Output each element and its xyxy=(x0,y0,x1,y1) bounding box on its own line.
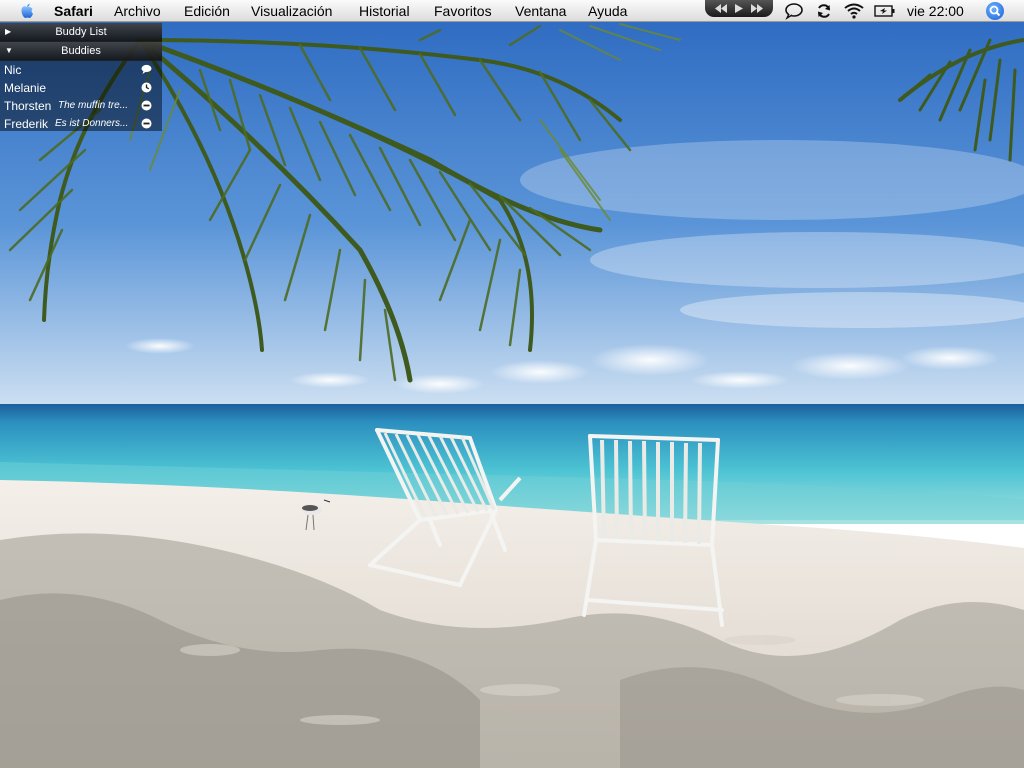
apple-menu-icon[interactable] xyxy=(18,2,36,20)
menu-ayuda[interactable]: Ayuda xyxy=(588,2,627,20)
menu-visualizacion[interactable]: Visualización xyxy=(251,2,332,20)
menu-ventana[interactable]: Ventana xyxy=(515,2,566,20)
menu-archivo[interactable]: Archivo xyxy=(114,2,161,20)
menu-favoritos[interactable]: Favoritos xyxy=(434,2,492,20)
buddy-item-frederik[interactable]: Frederik Es ist Donners... xyxy=(0,115,162,133)
buddy-item-melanie[interactable]: Melanie xyxy=(0,79,162,97)
speech-bubble-icon[interactable] xyxy=(784,2,804,20)
menu-edicion[interactable]: Edición xyxy=(184,2,230,20)
wifi-icon[interactable] xyxy=(843,2,865,20)
buddy-item-nic[interactable]: Nic xyxy=(0,61,162,79)
itunes-controls-icon[interactable] xyxy=(705,0,773,17)
spotlight-icon[interactable] xyxy=(986,2,1004,20)
buddy-name: Melanie xyxy=(4,81,47,95)
buddy-list-window[interactable]: ▶ Buddy List ▼ Buddies Nic Melanie Thors… xyxy=(0,23,162,131)
idle-clock-icon xyxy=(141,82,152,93)
buddy-item-thorsten[interactable]: Thorsten The muffin tre... xyxy=(0,97,162,115)
menu-historial[interactable]: Historial xyxy=(359,2,410,20)
buddy-status-message: Es ist Donners... xyxy=(55,118,129,129)
speech-bubble-icon xyxy=(141,64,152,74)
sync-icon[interactable] xyxy=(816,2,832,20)
menu-app-name[interactable]: Safari xyxy=(54,2,93,20)
buddy-status-message: The muffin tre... xyxy=(58,100,129,111)
buddy-list-title: Buddy List xyxy=(55,26,107,38)
buddy-name: Thorsten xyxy=(4,99,52,113)
buddy-group-name: Buddies xyxy=(61,45,101,57)
away-icon xyxy=(141,100,152,111)
menu-bar: Safari Archivo Edición Visualización His… xyxy=(0,0,1024,22)
buddy-name: Frederik xyxy=(4,117,49,131)
battery-icon[interactable] xyxy=(874,2,896,20)
buddy-list-titlebar[interactable]: ▶ Buddy List xyxy=(0,23,162,42)
away-icon xyxy=(141,118,152,129)
buddy-name: Nic xyxy=(4,63,22,77)
menu-clock[interactable]: vie 22:00 xyxy=(907,2,964,20)
buddy-group-header[interactable]: ▼ Buddies xyxy=(0,42,162,61)
